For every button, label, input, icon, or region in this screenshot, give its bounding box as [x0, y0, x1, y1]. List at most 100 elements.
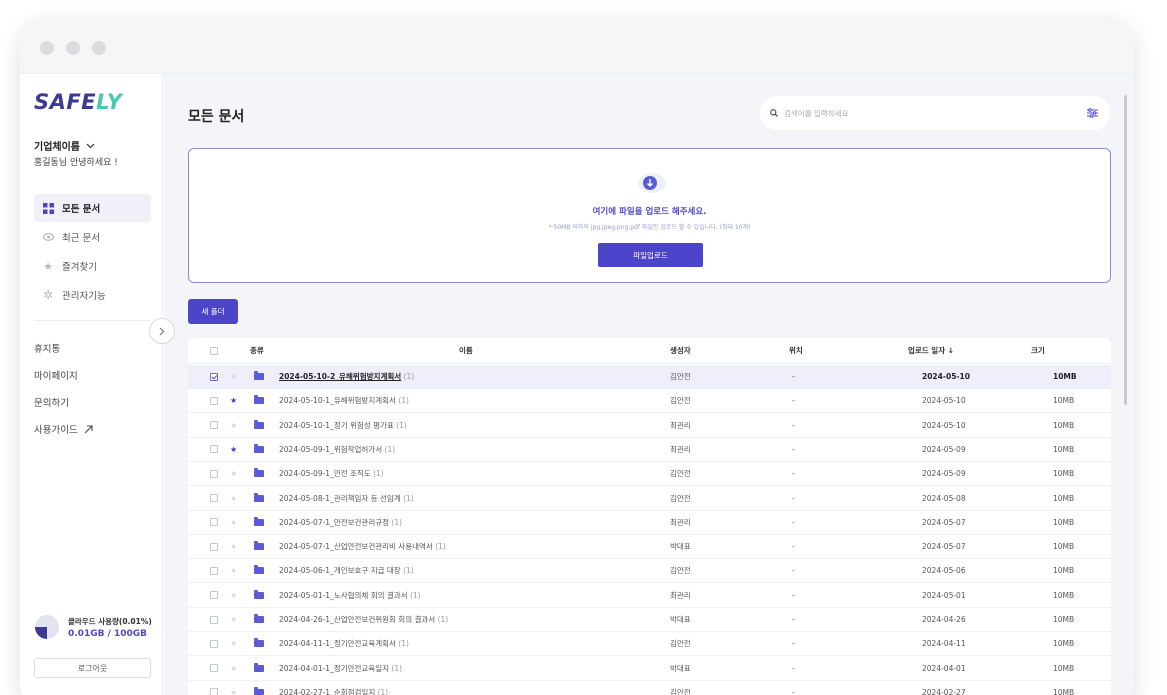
- row-checkbox[interactable]: [210, 487, 218, 510]
- favorite-star-icon[interactable]: ★: [230, 657, 237, 680]
- row-checkbox[interactable]: [210, 632, 218, 655]
- file-upload-button[interactable]: 파일업로드: [598, 243, 703, 267]
- favorite-star-icon[interactable]: ★: [230, 414, 237, 437]
- file-name[interactable]: 2024-04-11-1_정기안전교육계획서 (1): [279, 632, 409, 655]
- nav-item-recent-docs[interactable]: 최근 문서: [34, 223, 151, 251]
- link-mypage[interactable]: 마이페이지: [34, 368, 78, 382]
- row-checkbox[interactable]: [210, 535, 218, 558]
- window-dot[interactable]: [92, 41, 106, 55]
- favorite-star-icon[interactable]: ★: [230, 462, 237, 485]
- row-checkbox[interactable]: [210, 608, 218, 631]
- header-name[interactable]: 이름: [459, 338, 473, 363]
- search-input[interactable]: [784, 108, 1081, 118]
- table-row[interactable]: ★ 2024-05-10-2_유해위험방지계획서 (1) 김안전 - 2024-05-1…: [188, 365, 1111, 389]
- file-size: 10MB: [1053, 420, 1075, 430]
- file-size: 10MB: [1053, 372, 1077, 381]
- favorite-star-icon[interactable]: ★: [230, 511, 237, 534]
- file-name[interactable]: 2024-04-26-1_산업안전보건위원회 회의 결과서 (1): [279, 608, 448, 631]
- row-checkbox[interactable]: [210, 389, 218, 412]
- window-dot[interactable]: [40, 41, 54, 55]
- file-name[interactable]: 2024-05-10-1_정기 위험성 평가표 (1): [279, 414, 407, 437]
- favorite-star-icon[interactable]: ★: [230, 487, 237, 510]
- file-name[interactable]: 2024-05-09-1_안전 조직도 (1): [279, 462, 384, 485]
- table-row[interactable]: ★ 2024-05-10-1_정기 위험성 평가표 (1) 최관리 - 2024-05-…: [188, 414, 1111, 438]
- table-row[interactable]: ★ 2024-05-08-1_관리책임자 등 선임계 (1) 김안전 - 2024-05…: [188, 487, 1111, 511]
- table-row[interactable]: ★ 2024-02-27-1_순회점검일지 (1) 김안전 - 2024-02-27 10…: [188, 681, 1111, 695]
- table-row[interactable]: ★ 2024-05-09-1_위험작업허가서 (1) 최관리 - 2024-05-09 1…: [188, 438, 1111, 462]
- nav-item-admin[interactable]: ✲ 관리자기능: [34, 281, 151, 309]
- header-creator[interactable]: 생성자: [670, 338, 691, 363]
- header-upload-date[interactable]: 업로드 일자 ↓: [908, 338, 954, 363]
- row-checkbox[interactable]: [210, 584, 218, 607]
- logout-button[interactable]: 로그아웃: [34, 658, 151, 678]
- sidebar-divider: [34, 320, 151, 321]
- upload-dropzone[interactable]: 여기에 파일을 업로드 해주세요. * 50MB 이하의 jpg,jpeg,pn…: [188, 148, 1111, 283]
- folder-icon: [254, 681, 264, 695]
- row-checkbox[interactable]: [210, 657, 218, 680]
- creator: 김안전: [670, 687, 691, 695]
- file-name[interactable]: 2024-02-27-1_순회점검일지 (1): [279, 681, 388, 695]
- table-row[interactable]: ★ 2024-05-01-1_노사협의체 회의 결과서 (1) 최관리 - 2024-0…: [188, 584, 1111, 608]
- row-checkbox[interactable]: [210, 462, 218, 485]
- window-dot[interactable]: [66, 41, 80, 55]
- favorite-star-icon[interactable]: ★: [230, 608, 237, 631]
- favorite-star-icon[interactable]: ★: [230, 681, 237, 695]
- creator: 김안전: [670, 639, 691, 649]
- table-row[interactable]: ★ 2024-05-10-1_유해위험방지계획서 (1) 김안전 - 2024-05-1…: [188, 389, 1111, 414]
- link-trash[interactable]: 휴지통: [34, 341, 60, 355]
- file-name[interactable]: 2024-05-10-2_유해위험방지계획서 (1): [279, 365, 414, 388]
- header-location[interactable]: 위치: [789, 338, 803, 363]
- location: -: [792, 493, 795, 503]
- row-checkbox[interactable]: [210, 414, 218, 437]
- file-name[interactable]: 2024-05-07-1_안전보건관리규정 (1): [279, 511, 402, 534]
- header-type[interactable]: 종류: [250, 338, 264, 363]
- favorite-star-icon[interactable]: ★: [230, 632, 237, 655]
- creator: 최관리: [670, 444, 691, 454]
- table-row[interactable]: ★ 2024-05-09-1_안전 조직도 (1) 김안전 - 2024-05-09 10…: [188, 462, 1111, 487]
- favorite-star-icon[interactable]: ★: [230, 438, 237, 461]
- table-row[interactable]: ★ 2024-05-07-1_안전보건관리규정 (1) 최관리 - 2024-05-07…: [188, 511, 1111, 535]
- creator: 김안전: [670, 566, 691, 576]
- logo[interactable]: SAFELY: [34, 90, 122, 114]
- filter-icon[interactable]: [1087, 108, 1098, 118]
- file-size: 10MB: [1053, 615, 1075, 624]
- file-name[interactable]: 2024-05-06-1_개인보호구 지급 대장 (1): [279, 559, 414, 582]
- table-row[interactable]: ★ 2024-04-11-1_정기안전교육계획서 (1) 김안전 - 2024-04-1…: [188, 632, 1111, 657]
- creator: 박대표: [670, 663, 691, 673]
- file-name[interactable]: 2024-05-09-1_위험작업허가서 (1): [279, 438, 395, 461]
- file-name[interactable]: 2024-04-01-1_정기안전교육일지 (1): [279, 657, 402, 680]
- favorite-star-icon[interactable]: ★: [230, 584, 237, 607]
- table-row[interactable]: ★ 2024-05-07-1_산업안전보건관리비 사용내역서 (1) 박대표 - 202…: [188, 535, 1111, 560]
- row-checkbox[interactable]: [210, 511, 218, 534]
- favorite-star-icon[interactable]: ★: [230, 365, 237, 388]
- location: -: [792, 663, 795, 673]
- table-row[interactable]: ★ 2024-04-01-1_정기안전교육일지 (1) 박대표 - 2024-04-01…: [188, 657, 1111, 681]
- row-checkbox[interactable]: [210, 559, 218, 582]
- file-name[interactable]: 2024-05-10-1_유해위험방지계획서 (1): [279, 389, 409, 412]
- favorite-star-icon[interactable]: ★: [230, 535, 237, 558]
- location: -: [792, 542, 795, 552]
- file-name[interactable]: 2024-05-01-1_노사협의체 회의 결과서 (1): [279, 584, 421, 607]
- upload-date: 2024-05-10: [922, 396, 966, 406]
- nav-item-all-docs[interactable]: 모든 문서: [34, 194, 151, 222]
- favorite-star-icon[interactable]: ★: [230, 389, 237, 412]
- sidebar-toggle-button[interactable]: [149, 318, 175, 344]
- row-checkbox[interactable]: [210, 681, 218, 695]
- select-all-checkbox[interactable]: [210, 338, 218, 363]
- scrollbar[interactable]: [1124, 95, 1127, 405]
- row-checkbox[interactable]: [210, 438, 218, 461]
- header-size[interactable]: 크기: [1031, 338, 1045, 363]
- file-name[interactable]: 2024-05-07-1_산업안전보건관리비 사용내역서 (1): [279, 535, 446, 558]
- creator: 최관리: [670, 517, 691, 527]
- link-guide[interactable]: 사용가이드: [34, 422, 93, 436]
- row-checkbox[interactable]: [210, 365, 218, 388]
- table-row[interactable]: ★ 2024-05-06-1_개인보호구 지급 대장 (1) 김안전 - 2024-05…: [188, 559, 1111, 584]
- table-row[interactable]: ★ 2024-04-26-1_산업안전보건위원회 회의 결과서 (1) 박대표 - 20…: [188, 608, 1111, 632]
- star-icon: ★: [43, 259, 53, 273]
- company-selector[interactable]: 기업체이름: [34, 138, 95, 153]
- link-inquiry[interactable]: 문의하기: [34, 395, 69, 409]
- file-name[interactable]: 2024-05-08-1_관리책임자 등 선임계 (1): [279, 487, 414, 510]
- favorite-star-icon[interactable]: ★: [230, 559, 237, 582]
- nav-item-favorites[interactable]: ★ 즐겨찾기: [34, 252, 151, 280]
- new-folder-button[interactable]: 새 폴더: [188, 299, 238, 324]
